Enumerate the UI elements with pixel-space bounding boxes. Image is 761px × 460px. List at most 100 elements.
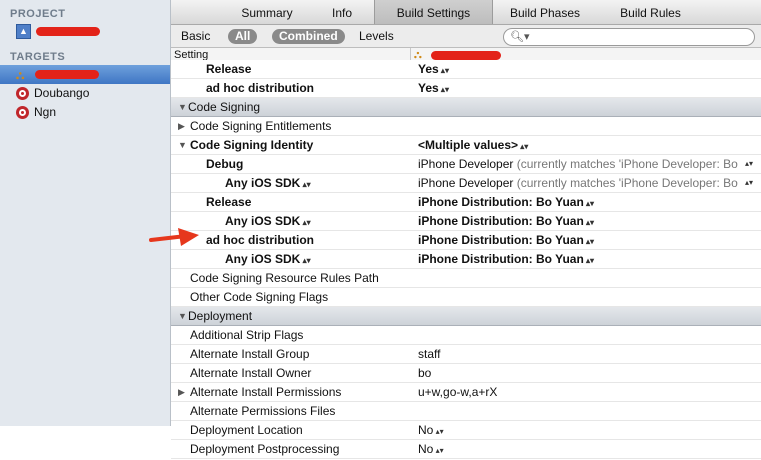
sdk-selector-icon[interactable]: ▴▾: [300, 218, 311, 227]
setting-row[interactable]: Alternate Install Owner bo: [171, 364, 761, 383]
targets-header: TARGETS: [10, 51, 66, 63]
setting-value[interactable]: staff: [418, 345, 440, 363]
levels-view[interactable]: Levels: [359, 29, 394, 44]
setting-value[interactable]: iPhone Distribution: Bo Yuan ▴▾: [418, 250, 594, 270]
setting-name: Any iOS SDK ▴▾: [225, 214, 311, 228]
setting-value-text: iPhone Distribution: Bo Yuan: [418, 195, 584, 209]
filter-bar: Basic All Combined Levels 🔍︎▾: [171, 25, 761, 48]
basic-filter[interactable]: Basic: [181, 29, 210, 44]
setting-value[interactable]: iPhone Distribution: Bo Yuan ▴▾: [418, 193, 594, 213]
setting-name: Alternate Permissions Files: [190, 404, 336, 418]
setting-value[interactable]: No ▴▾: [418, 421, 444, 441]
setting-name: Alternate Install Group: [190, 347, 310, 361]
popup-stepper-icon[interactable]: ▴▾: [439, 85, 449, 94]
section-header[interactable]: ▼ Deployment: [171, 307, 761, 326]
setting-value[interactable]: iPhone Developer (currently matches 'iPh…: [418, 155, 761, 173]
setting-name: Release: [206, 195, 252, 209]
tab-summary[interactable]: Summary: [231, 0, 303, 24]
popup-stepper-icon[interactable]: ▴▾: [745, 155, 753, 173]
sidebar-item-target-app[interactable]: ⛬: [0, 65, 170, 84]
setting-value-text: iPhone Developer: [418, 157, 514, 171]
tab-build-settings[interactable]: Build Settings: [374, 0, 493, 24]
disclosure-down-icon[interactable]: ▼: [178, 136, 187, 154]
setting-row[interactable]: Any iOS SDK ▴▾ iPhone Developer (currentl…: [171, 174, 761, 193]
setting-name: Deployment Postprocessing: [190, 442, 340, 456]
setting-name: Any iOS SDK ▴▾: [225, 176, 311, 190]
setting-value-text: bo: [418, 366, 432, 380]
setting-row[interactable]: Release iPhone Distribution: Bo Yuan ▴▾: [171, 193, 761, 212]
setting-row[interactable]: Release Yes ▴▾: [171, 60, 761, 79]
setting-row[interactable]: Any iOS SDK ▴▾ iPhone Distribution: Bo Yu…: [171, 212, 761, 231]
section-header[interactable]: ▼ Code Signing: [171, 98, 761, 117]
setting-name: ad hoc distribution: [206, 81, 314, 95]
setting-row[interactable]: Other Code Signing Flags: [171, 288, 761, 307]
setting-value-text: staff: [418, 347, 441, 361]
setting-value[interactable]: iPhone Developer (currently matches 'iPh…: [418, 174, 761, 192]
sidebar-item-label: Ngn: [34, 105, 57, 119]
setting-row[interactable]: Debug iPhone Developer (currently matches…: [171, 155, 761, 174]
popup-stepper-icon[interactable]: ▴▾: [584, 237, 594, 246]
setting-name: Alternate Install Owner: [190, 366, 312, 380]
setting-row[interactable]: Additional Strip Flags: [171, 326, 761, 345]
setting-row[interactable]: Code Signing Resource Rules Path: [171, 269, 761, 288]
tab-build-phases[interactable]: Build Phases: [503, 0, 587, 24]
popup-stepper-icon[interactable]: ▴▾: [433, 446, 444, 455]
setting-name: Additional Strip Flags: [190, 328, 304, 342]
setting-name: Other Code Signing Flags: [190, 290, 329, 304]
popup-stepper-icon[interactable]: ▴▾: [518, 142, 528, 151]
setting-row[interactable]: Any iOS SDK ▴▾ iPhone Distribution: Bo Yu…: [171, 250, 761, 269]
popup-stepper-icon[interactable]: ▴▾: [433, 427, 444, 436]
setting-value[interactable]: u+w,go-w,a+rX: [418, 383, 497, 401]
setting-value[interactable]: iPhone Distribution: Bo Yuan ▴▾: [418, 212, 594, 232]
setting-value-text: iPhone Distribution: Bo Yuan: [418, 214, 584, 228]
setting-row[interactable]: ▶ Code Signing Entitlements: [171, 117, 761, 136]
sidebar-item-project[interactable]: ▲: [0, 22, 170, 41]
setting-name: Code Signing Identity: [190, 138, 314, 152]
sidebar-item-ngn[interactable]: Ngn: [0, 103, 170, 122]
setting-value[interactable]: Yes ▴▾: [418, 79, 449, 99]
setting-name: Code Signing Resource Rules Path: [190, 271, 379, 285]
setting-row[interactable]: Alternate Permissions Files: [171, 402, 761, 421]
setting-row[interactable]: ad hoc distribution iPhone Distribution: …: [171, 231, 761, 250]
disclosure-down-icon[interactable]: ▼: [178, 98, 187, 116]
build-settings-editor: Summary Info Build Settings Build Phases…: [171, 0, 761, 459]
popup-stepper-icon[interactable]: ▴▾: [745, 174, 753, 192]
popup-stepper-icon[interactable]: ▴▾: [584, 218, 594, 227]
tab-info[interactable]: Info: [319, 0, 365, 24]
setting-name: ad hoc distribution: [206, 233, 314, 247]
setting-row[interactable]: Deployment Postprocessing No ▴▾: [171, 440, 761, 459]
match-hint: (currently matches 'iPhone Developer: Bo: [513, 176, 738, 190]
popup-stepper-icon[interactable]: ▴▾: [584, 256, 594, 265]
combined-view[interactable]: Combined: [272, 29, 345, 44]
setting-row[interactable]: ▼ Code Signing Identity <Multiple values> …: [171, 136, 761, 155]
search-input[interactable]: 🔍︎▾: [503, 28, 755, 46]
disclosure-right-icon[interactable]: ▶: [178, 117, 185, 135]
setting-value-text: u+w,go-w,a+rX: [418, 385, 498, 399]
all-filter[interactable]: All: [228, 29, 258, 44]
app-target-icon: ⛬: [16, 67, 25, 82]
popup-stepper-icon[interactable]: ▴▾: [584, 199, 594, 208]
disclosure-right-icon[interactable]: ▶: [178, 383, 185, 401]
disclosure-down-icon[interactable]: ▼: [178, 307, 187, 325]
setting-value-text: Yes: [418, 81, 439, 95]
setting-name: Alternate Install Permissions: [190, 385, 342, 399]
editor-tab-bar: Summary Info Build Settings Build Phases…: [171, 0, 761, 25]
setting-value[interactable]: No ▴▾: [418, 440, 444, 460]
sdk-selector-icon[interactable]: ▴▾: [300, 180, 311, 189]
setting-value-text: No: [418, 423, 434, 437]
setting-value[interactable]: iPhone Distribution: Bo Yuan ▴▾: [418, 231, 594, 251]
sdk-selector-icon[interactable]: ▴▾: [300, 256, 311, 265]
setting-value[interactable]: Yes ▴▾: [418, 60, 449, 80]
sidebar-item-doubango[interactable]: Doubango: [0, 84, 170, 103]
tab-build-rules[interactable]: Build Rules: [613, 0, 688, 24]
setting-row[interactable]: ad hoc distribution Yes ▴▾: [171, 79, 761, 98]
setting-value[interactable]: <Multiple values> ▴▾: [418, 136, 528, 156]
project-icon: ▲: [16, 24, 31, 39]
popup-stepper-icon[interactable]: ▴▾: [439, 66, 449, 75]
setting-row[interactable]: Alternate Install Group staff: [171, 345, 761, 364]
setting-value-text: iPhone Distribution: Bo Yuan: [418, 233, 584, 247]
setting-value[interactable]: bo: [418, 364, 431, 382]
setting-row[interactable]: Deployment Location No ▴▾: [171, 421, 761, 440]
setting-row[interactable]: ▶ Alternate Install Permissions u+w,go-w,a…: [171, 383, 761, 402]
setting-value-text: <Multiple values>: [418, 138, 519, 152]
